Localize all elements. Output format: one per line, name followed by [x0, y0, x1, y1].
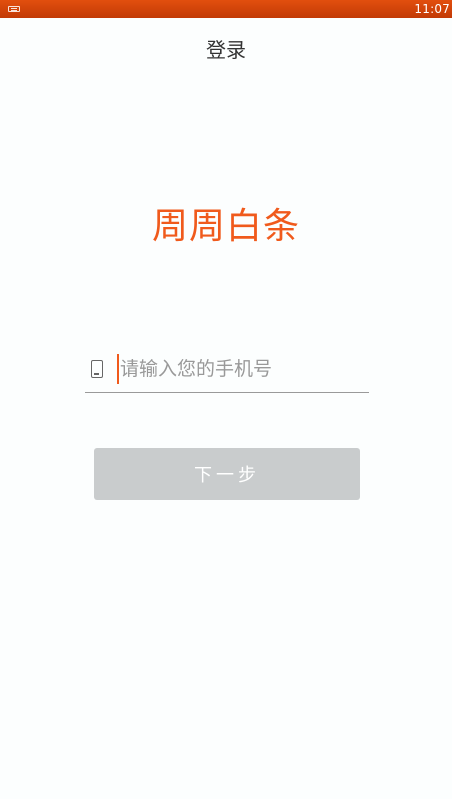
app-logo: 周周白条 — [151, 206, 300, 247]
status-bar: 11:07 — [0, 0, 452, 18]
next-button[interactable]: 下一步 — [94, 448, 360, 500]
page-title: 登录 — [206, 38, 246, 62]
phone-number-input[interactable] — [117, 353, 357, 384]
phone-input-row — [85, 345, 369, 393]
keyboard-icon — [8, 6, 20, 12]
phone-icon — [91, 359, 103, 378]
status-time: 11:07 — [414, 2, 450, 16]
